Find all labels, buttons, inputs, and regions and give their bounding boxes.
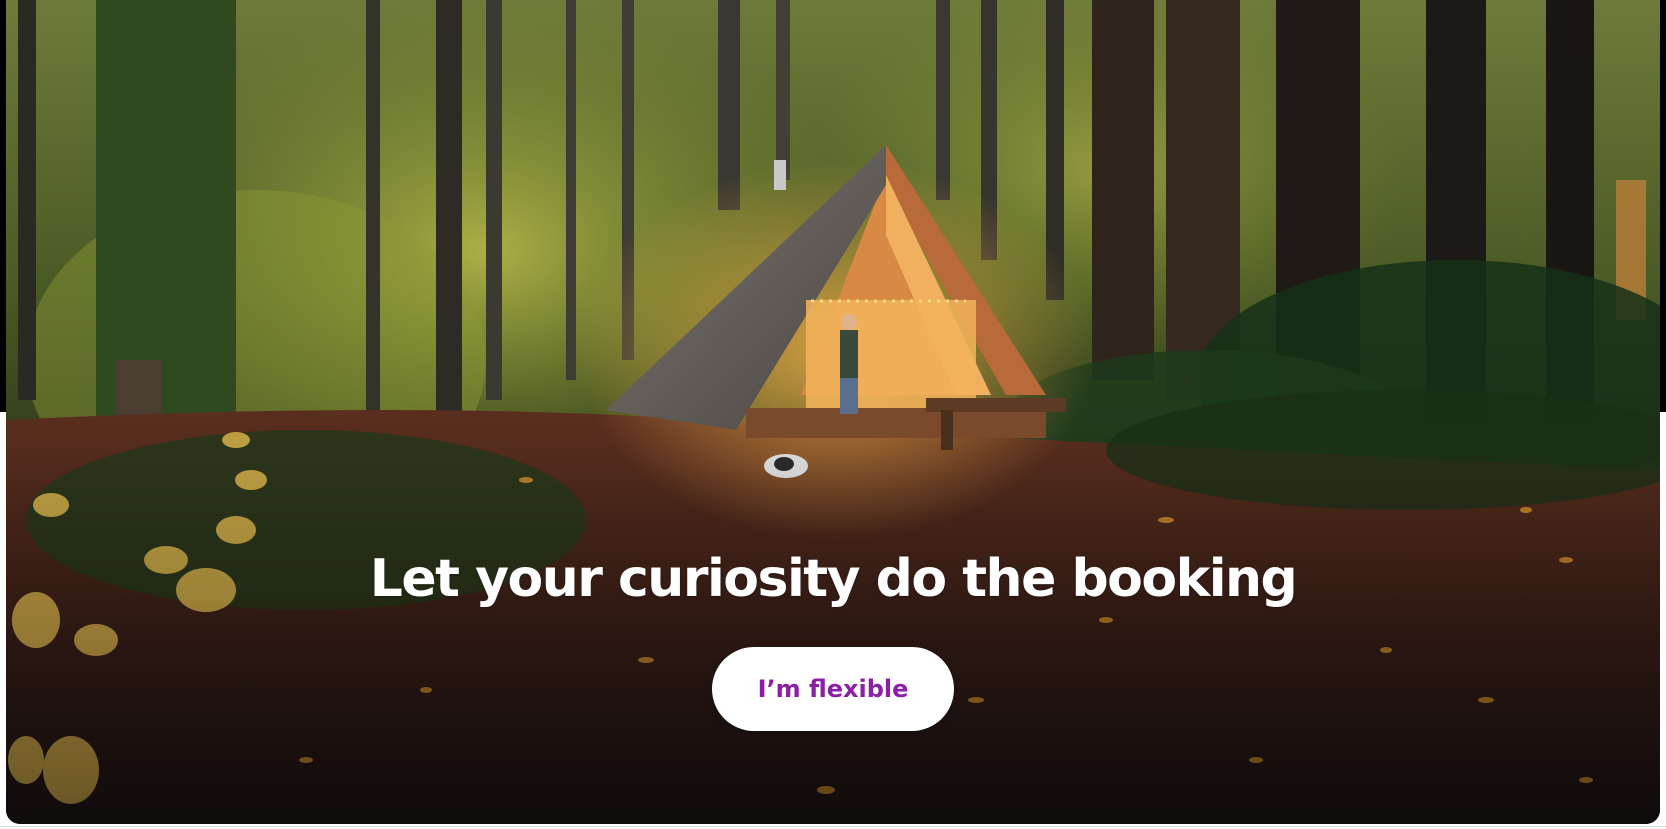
hero-headline: Let your curiosity do the booking (369, 549, 1298, 609)
hero-banner: Let your curiosity do the booking I’m fl… (6, 0, 1660, 824)
section-divider (0, 826, 1666, 827)
im-flexible-button[interactable]: I’m flexible (712, 647, 954, 731)
